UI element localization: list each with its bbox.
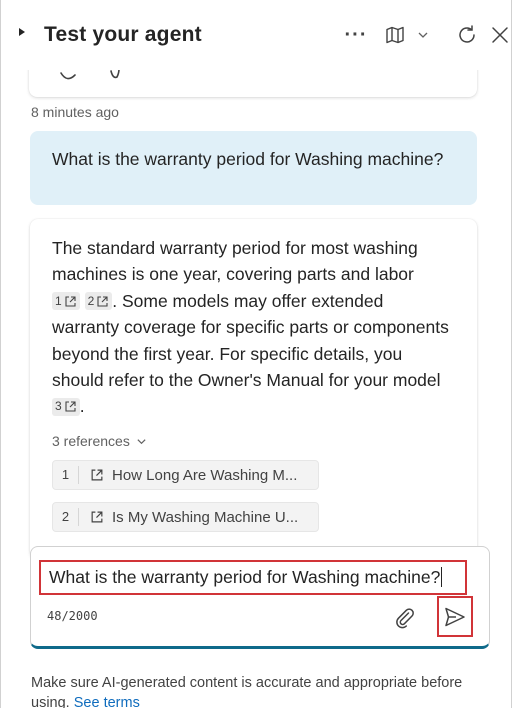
- user-message-bubble: What is the warranty period for Washing …: [30, 131, 477, 205]
- close-icon[interactable]: [487, 20, 511, 50]
- expand-caret-icon[interactable]: [19, 28, 25, 36]
- external-link-icon: [65, 401, 76, 412]
- citation-3[interactable]: 3: [52, 397, 80, 416]
- reference-number: 1: [53, 466, 79, 484]
- more-options-button[interactable]: ···: [341, 20, 371, 50]
- message-input[interactable]: What is the warranty period for Washing …: [39, 560, 467, 595]
- citation-2[interactable]: 2: [84, 292, 113, 311]
- citation-number: 2: [87, 293, 95, 308]
- reference-item[interactable]: 2 Is My Washing Machine U...: [52, 502, 319, 532]
- external-link-icon: [97, 296, 108, 307]
- paperclip-icon[interactable]: [393, 606, 417, 630]
- refresh-icon[interactable]: [453, 20, 481, 50]
- reference-title: How Long Are Washing M...: [112, 466, 298, 484]
- answer-part-2: . Some models may offer extended warrant…: [52, 290, 449, 391]
- see-terms-link[interactable]: See terms: [74, 695, 140, 708]
- chevron-down-icon[interactable]: [413, 20, 433, 50]
- agent-test-panel: Test your agent ··· 8 minutes ago What i…: [0, 0, 512, 708]
- character-counter: 48/2000: [47, 609, 98, 623]
- citation-number: 3: [55, 399, 62, 414]
- text-caret: [441, 567, 443, 587]
- user-message-text: What is the warranty period for Washing …: [52, 149, 444, 169]
- reference-number: 2: [53, 508, 79, 526]
- chevron-down-icon: [137, 438, 146, 444]
- message-timestamp: 8 minutes ago: [31, 104, 119, 120]
- external-link-icon: [90, 510, 104, 524]
- reference-item[interactable]: 1 How Long Are Washing M...: [52, 460, 319, 490]
- ai-disclaimer: Make sure AI-generated content is accura…: [31, 673, 471, 708]
- answer-part-1: The standard warranty period for most wa…: [52, 238, 418, 285]
- send-button[interactable]: [437, 596, 473, 637]
- input-text: What is the warranty period for Washing …: [49, 567, 441, 587]
- message-composer: What is the warranty period for Washing …: [30, 546, 490, 649]
- answer-part-3: .: [79, 396, 85, 417]
- message-input-value: What is the warranty period for Washing …: [49, 567, 443, 588]
- references-toggle[interactable]: 3 references: [52, 433, 147, 449]
- citation-1[interactable]: 1: [52, 292, 80, 311]
- panel-title: Test your agent: [44, 23, 202, 46]
- send-icon: [445, 607, 465, 626]
- reference-title: Is My Washing Machine U...: [112, 508, 299, 526]
- map-icon[interactable]: [381, 20, 409, 50]
- citation-number: 1: [55, 293, 62, 308]
- agent-answer-card: The standard warranty period for most wa…: [30, 219, 477, 559]
- agent-answer-text: The standard warranty period for most wa…: [52, 235, 452, 420]
- external-link-icon: [90, 468, 104, 482]
- references-count: 3 references: [52, 433, 130, 449]
- panel-header: Test your agent ···: [1, 0, 511, 70]
- external-link-icon: [65, 296, 76, 307]
